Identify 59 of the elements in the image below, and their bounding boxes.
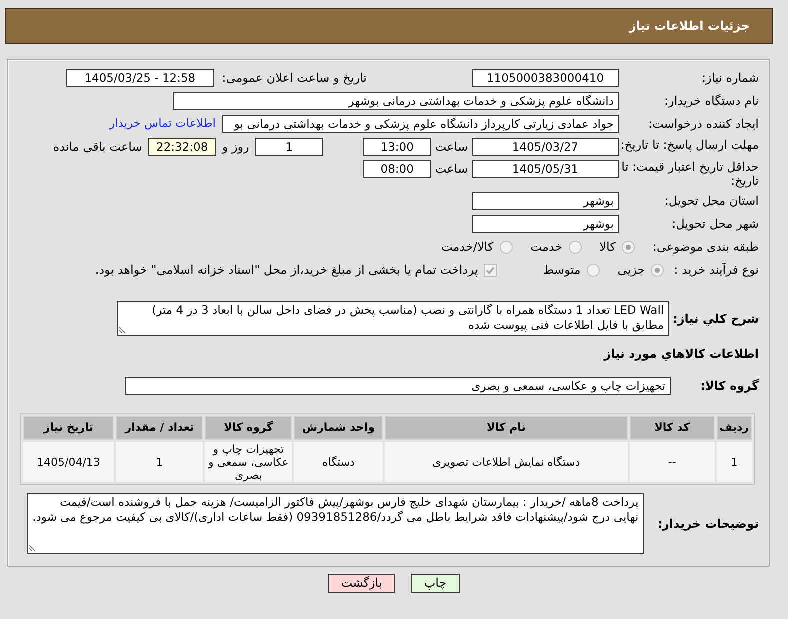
price-validity-date-field[interactable]: 1405/05/31 xyxy=(472,160,619,178)
column-header: نام کالا xyxy=(385,416,628,440)
table-cell: دستگاه نمایش اطلاعات تصویری xyxy=(385,442,628,482)
days-label: روز و xyxy=(222,139,250,156)
radio-label: خدمت xyxy=(530,239,563,256)
requester-label: ایجاد کننده درخواست: xyxy=(647,117,759,131)
announcement-date-label: تاریخ و ساعت اعلان عمومی: xyxy=(222,71,367,85)
need-number-label: شماره نیاز: xyxy=(701,71,759,85)
buyer-notes-field[interactable]: پرداخت 8ماهه /خریدار : بیمارستان شهدای خلیج فارس بوشهر/پیش فاکتور الزامیست/ هزینه حمل با فروشنده است/قیمت نهایی درج شود/پیشنهادات فاقد شرایط باطل می گردد/09391851286 (فقط ساعات اداری)/کالای بی کیفیت مرجوع می شود. xyxy=(26,493,644,554)
page-title: جزئیات اطلاعات نیاز xyxy=(629,18,750,35)
time-label: ساعت xyxy=(435,161,468,178)
table-cell: تجهیزات چاپ و عکاسی، سمعی و بصری xyxy=(205,442,292,482)
resize-grip-icon[interactable] xyxy=(28,545,36,552)
reply-date-field[interactable]: 1405/03/27 xyxy=(472,138,619,156)
reply-deadline-label: مهلت ارسال پاسخ: تا تاریخ: xyxy=(620,138,759,152)
goods-group-label: گروه کالا: xyxy=(700,378,759,395)
price-validity-time-field[interactable]: 08:00 xyxy=(363,160,432,178)
description-field[interactable]: LED Wall تعداد 1 دستگاه همراه با گارانتی و نصب (مناسب پخش در فضای داخل سالن با ابعاد 3 در 4 متر) مطابق با فایل اطلاعات فنی پیوست شده xyxy=(117,301,670,336)
delivery-city-label: شهر محل تحویل: xyxy=(671,217,759,231)
radio-label: کالا/خدمت xyxy=(441,239,494,256)
column-header: واحد شمارش xyxy=(294,416,384,440)
requester-field[interactable]: جواد عمادی زیارتی کارپرداز دانشگاه علوم پزشکی و خدمات بهداشتی درمانی بو xyxy=(222,115,619,133)
checkbox-label: پرداخت تمام یا بخشی از مبلغ خرید،از محل "اسناد خزانه اسلامی" خواهد بود. xyxy=(95,262,478,279)
buyer-organization-label: نام دستگاه خریدار: xyxy=(664,94,759,108)
column-header: کد کالا xyxy=(630,416,715,440)
delivery-province-label: استان محل تحویل: xyxy=(664,194,759,208)
process-type-label: نوع فرآیند خرید : xyxy=(674,263,759,277)
radio-label: جزیی xyxy=(618,262,646,279)
delivery-city-field[interactable]: بوشهر xyxy=(472,215,619,233)
column-header: گروه کالا xyxy=(205,416,292,440)
time-label: ساعت xyxy=(435,139,468,156)
buyer-notes-label: توضیحات خریدار: xyxy=(658,516,759,532)
goods-section-title: اطلاعات کالاهاي مورد نياز xyxy=(602,346,759,363)
buyer-organization-field[interactable]: دانشگاه علوم پزشکی و خدمات بهداشتی درمانی بوشهر xyxy=(173,92,619,110)
radio-label: کالا xyxy=(600,239,616,256)
resize-grip-icon[interactable] xyxy=(119,327,126,334)
table-cell: 1 xyxy=(716,442,752,482)
column-header: تعداد / مقدار xyxy=(116,416,204,440)
column-header: تاریخ نیاز xyxy=(23,416,114,440)
table-cell: -- xyxy=(630,442,715,482)
goods-group-field[interactable]: تجهیزات چاپ و عکاسی، سمعی و بصری xyxy=(124,377,671,395)
category-label: طبقه بندی موضوعی: xyxy=(652,240,759,254)
back-button[interactable]: بازگشت xyxy=(328,574,396,593)
table-cell: دستگاه xyxy=(294,442,384,482)
buyer-contact-link[interactable]: اطلاعات تماس خریدار xyxy=(109,115,216,133)
print-button[interactable]: چاپ xyxy=(411,574,460,593)
time-remaining-field[interactable]: 22:32:08 xyxy=(148,138,216,156)
announcement-date-field[interactable]: 1405/03/25 - 12:58 xyxy=(66,69,214,87)
delivery-province-field[interactable]: بوشهر xyxy=(472,192,619,210)
time-remaining-label: ساعت باقی مانده xyxy=(53,139,142,156)
table-cell: 1 xyxy=(116,442,204,482)
radio-label: متوسط xyxy=(543,262,581,279)
price-validity-label: حداقل تاریخ اعتبار قیمت: تا تاریخ: xyxy=(620,160,759,188)
description-label: شرح کلي نياز: xyxy=(673,310,759,328)
table-cell: 1405/04/13 xyxy=(23,442,114,482)
need-number-field[interactable]: 1105000383000410 xyxy=(472,69,619,87)
reply-time-field[interactable]: 13:00 xyxy=(363,138,432,156)
column-header: ردیف xyxy=(716,416,752,440)
days-remaining-field[interactable]: 1 xyxy=(255,138,324,156)
